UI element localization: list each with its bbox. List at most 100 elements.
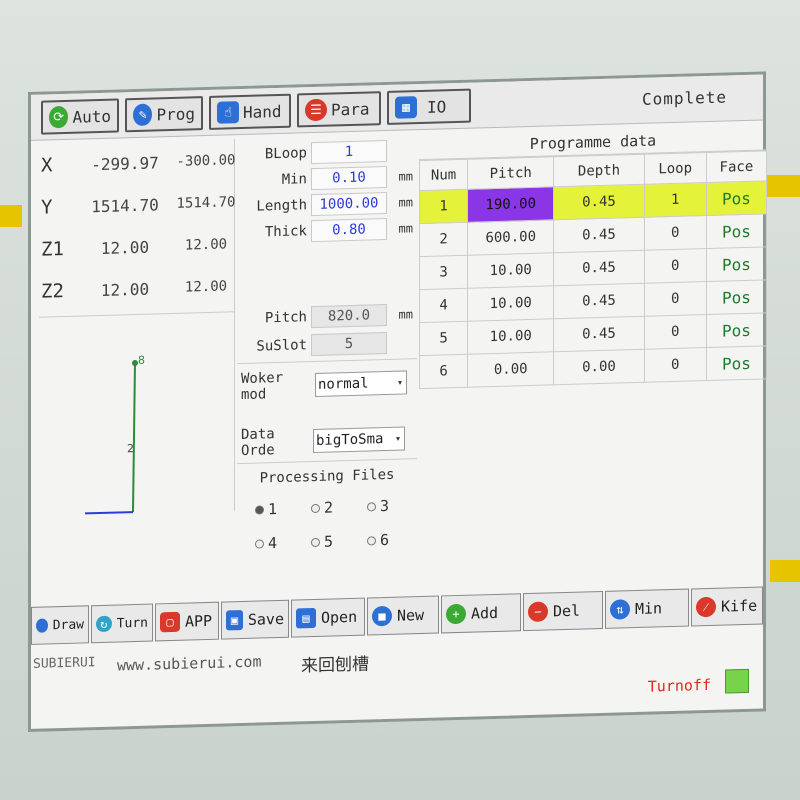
cell-loop[interactable]: 1 <box>644 182 707 218</box>
cell-loop[interactable]: 0 <box>644 248 707 284</box>
option-label: 4 <box>268 534 278 553</box>
param-unit: mm <box>398 307 413 322</box>
tab-hand[interactable]: ☝ Hand <box>209 93 291 130</box>
pencil-icon: ✎ <box>133 103 153 127</box>
add-label: Add <box>471 603 499 623</box>
processing-option-6[interactable]: 6 <box>367 531 389 550</box>
col-header-pitch: Pitch <box>467 156 554 190</box>
radio-dot <box>311 503 320 513</box>
plot-horizontal-line <box>85 511 133 515</box>
cell-face[interactable]: Pos <box>706 246 767 282</box>
cell-pitch[interactable]: 10.00 <box>467 252 554 289</box>
cell-depth[interactable]: 0.45 <box>553 283 645 319</box>
cell-depth[interactable]: 0.45 <box>553 250 645 286</box>
data-order-row: Data Orde <box>237 426 311 459</box>
min-button[interactable]: ⇅ Min <box>605 588 689 629</box>
processing-option-4[interactable]: 4 <box>255 534 277 553</box>
radio-dot <box>367 501 376 512</box>
current-value: 12.00 <box>100 237 150 258</box>
processing-option-5[interactable]: 5 <box>311 532 333 551</box>
param-min-field[interactable]: 0.10 <box>311 165 387 191</box>
cell-loop[interactable]: 0 <box>644 314 707 350</box>
cell-pitch[interactable]: 10.00 <box>467 285 554 322</box>
knife-icon: ⁄ <box>696 596 716 618</box>
pitch-readonly-field: 820.0 <box>311 303 387 329</box>
tab-auto[interactable]: ⟳ Auto <box>41 98 119 135</box>
cell-loop[interactable]: 0 <box>644 215 707 251</box>
worker-mode-value: normal <box>318 375 369 393</box>
draw-button[interactable]: Draw <box>31 605 89 645</box>
app-button[interactable]: ▢ APP <box>155 601 219 642</box>
plot-vertical-line <box>132 361 136 513</box>
target-value: 12.00 <box>184 278 228 296</box>
cell-face[interactable]: Pos <box>706 345 767 381</box>
groove-plot: 8 2 1 <box>85 354 145 519</box>
param-label: SuSlot <box>256 337 307 355</box>
tab-prog[interactable]: ✎ Prog <box>125 96 203 133</box>
save-button[interactable]: ▣ Save <box>221 599 289 640</box>
cell-loop[interactable]: 0 <box>644 281 707 317</box>
add-button[interactable]: + Add <box>441 593 521 634</box>
processing-option-3[interactable]: 3 <box>367 497 389 516</box>
app-icon: ▢ <box>160 611 180 633</box>
cell-face[interactable]: Pos <box>706 213 767 249</box>
tab-para[interactable]: ☰ Para <box>297 91 381 128</box>
open-button[interactable]: ▤ Open <box>291 597 365 638</box>
param-thick-field[interactable]: 0.80 <box>311 217 387 243</box>
param-bloop-field[interactable]: 1 <box>311 139 387 165</box>
cell-face[interactable]: Pos <box>706 279 767 315</box>
divider <box>39 311 235 318</box>
cell-pitch[interactable]: 600.00 <box>467 219 554 256</box>
cell-pitch[interactable]: 10.00 <box>467 318 554 355</box>
cell-num: 4 <box>419 288 468 323</box>
option-label: 5 <box>324 532 334 551</box>
cell-depth[interactable]: 0.45 <box>553 217 645 253</box>
turnoff-button[interactable]: Turnoff <box>648 676 711 696</box>
option-label: 1 <box>268 500 278 519</box>
cell-num: 5 <box>419 321 468 356</box>
plot-label-bottom: 1 <box>109 517 116 519</box>
programme-data-panel: Programme data Num Pitch Depth Loop Face… <box>419 124 767 389</box>
worker-mode-select[interactable]: normal ▾ <box>315 370 407 397</box>
turn-label: Turn <box>116 615 148 632</box>
param-length-field[interactable]: 1000.00 <box>311 191 387 217</box>
option-label: 2 <box>324 498 334 517</box>
cell-pitch[interactable]: 0.00 <box>467 351 554 388</box>
open-label: Open <box>321 607 358 627</box>
coord-row-z1: Z1 12.00 12.00 <box>41 229 241 265</box>
kife-button[interactable]: ⁄ Kife <box>691 586 763 627</box>
cell-depth[interactable]: 0.45 <box>553 184 645 220</box>
delete-button[interactable]: − Del <box>523 590 603 632</box>
dropdown-arrow-icon: ▾ <box>396 377 403 389</box>
cell-face[interactable]: Pos <box>706 180 767 216</box>
turn-icon: ↻ <box>96 615 112 633</box>
app-label: APP <box>185 611 213 631</box>
cell-num: 6 <box>419 354 468 389</box>
auto-icon: ⟳ <box>49 105 69 129</box>
min-label: Min <box>635 599 663 619</box>
param-label: Min <box>281 171 307 188</box>
axis-label: Y <box>41 196 53 219</box>
brand-text: SUBIERUI <box>33 655 96 672</box>
cell-depth[interactable]: 0.45 <box>553 316 645 352</box>
tape-marker <box>0 205 22 227</box>
parameter-panel: BLoop 1 Min 0.10 mm Length 1000.00 mm Th… <box>237 134 417 569</box>
cell-face[interactable]: Pos <box>706 312 767 348</box>
cell-loop[interactable]: 0 <box>644 347 707 383</box>
param-unit: mm <box>398 221 413 236</box>
tab-io[interactable]: ▦ IO <box>387 88 471 125</box>
tab-io-label: IO <box>427 96 447 117</box>
processing-option-2[interactable]: 2 <box>311 498 333 517</box>
processing-option-1[interactable]: 1 <box>255 500 277 519</box>
data-order-select[interactable]: bigToSma ▾ <box>313 426 405 454</box>
turn-button[interactable]: ↻ Turn <box>91 603 153 644</box>
option-label: 6 <box>380 530 390 550</box>
program-name: 来回刨槽 <box>301 654 369 677</box>
cell-pitch[interactable]: 190.00 <box>467 186 554 223</box>
cell-depth[interactable]: 0.00 <box>553 349 645 385</box>
new-button[interactable]: ■ New <box>367 595 439 636</box>
target-value: 12.00 <box>184 236 228 254</box>
coordinate-panel: X -299.97 -300.00 Y 1514.70 1514.70 Z1 1… <box>35 139 236 519</box>
new-icon: ■ <box>372 605 392 627</box>
folder-icon: ▤ <box>296 607 316 629</box>
